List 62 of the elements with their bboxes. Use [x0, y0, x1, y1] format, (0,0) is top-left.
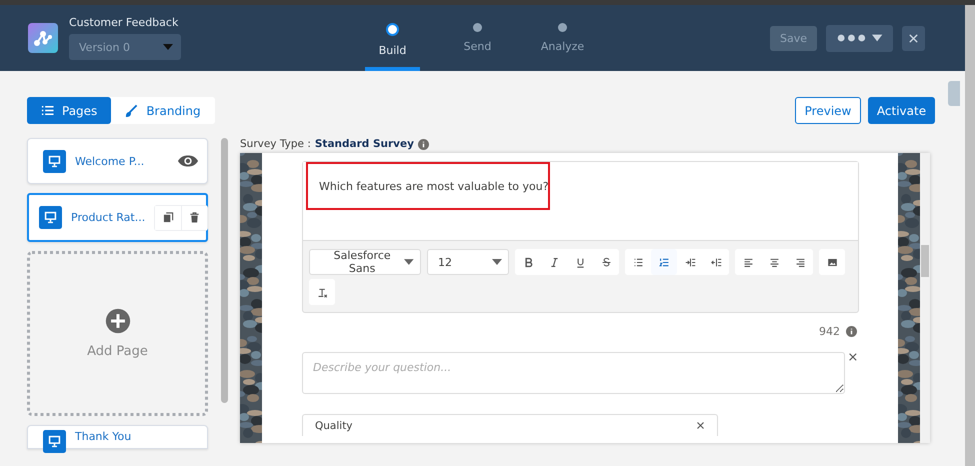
- font-select[interactable]: Salesforce Sans: [309, 249, 421, 275]
- page-title: Welcome P...: [75, 154, 144, 168]
- monitor-icon: [43, 150, 66, 172]
- view-tab[interactable]: Pages: [27, 97, 112, 124]
- close-icon: [908, 32, 919, 44]
- question-editor[interactable]: Which features are most valuable to you? Salesforce Sans 12: [302, 161, 859, 313]
- caret-icon: [492, 259, 502, 265]
- survey-type-value: Standard Survey: [314, 138, 414, 150]
- clear-format-icon: [316, 286, 328, 298]
- scrollbar-thumb[interactable]: [221, 138, 228, 403]
- close-icon[interactable]: [848, 352, 858, 362]
- font-size-select[interactable]: 12: [427, 249, 509, 275]
- page-title: Thank You: [75, 430, 132, 443]
- trash-icon: [189, 212, 200, 223]
- caret-icon: [163, 44, 173, 50]
- more-actions-button[interactable]: [826, 24, 893, 52]
- step-tab[interactable]: Build: [365, 5, 420, 71]
- activate-button[interactable]: Activate: [868, 97, 935, 124]
- answer-option-text: Quality: [315, 420, 353, 432]
- delete-button[interactable]: [181, 206, 208, 230]
- right-icon: [794, 256, 806, 268]
- page-scrollbar[interactable]: [965, 5, 975, 466]
- close-button[interactable]: [902, 26, 925, 50]
- page-card[interactable]: Product Rat...: [27, 193, 208, 242]
- scrollbar[interactable]: [920, 153, 930, 443]
- close-icon[interactable]: [696, 421, 705, 430]
- info-icon: [418, 138, 429, 150]
- eye-icon[interactable]: [177, 154, 199, 168]
- page-title: Product Rat...: [71, 211, 146, 224]
- version-select[interactable]: Version 0: [69, 34, 181, 60]
- info-icon: [846, 326, 857, 337]
- character-count: 942: [819, 325, 840, 338]
- bold-icon: [522, 256, 534, 268]
- caret-icon: [404, 259, 414, 265]
- indent-icon: [684, 256, 696, 268]
- page-card[interactable]: Welcome P...: [27, 138, 208, 184]
- outdent-icon: [710, 256, 722, 268]
- answer-option-field[interactable]: Quality: [302, 414, 718, 436]
- list-icon: [41, 104, 54, 117]
- numbered-icon: [658, 256, 670, 268]
- description-field[interactable]: Describe your question...: [302, 352, 846, 394]
- copy-icon: [162, 212, 174, 223]
- question-text: Which features are most valuable to you?: [319, 180, 549, 192]
- add-page-button[interactable]: Add Page: [27, 251, 208, 416]
- left-icon: [742, 256, 754, 268]
- bullets-icon: [632, 256, 644, 268]
- preview-button[interactable]: Preview: [795, 97, 861, 124]
- numbered-format-button[interactable]: [651, 249, 677, 275]
- survey-type-label: Survey Type :: [240, 138, 311, 150]
- center-icon: [768, 256, 780, 268]
- step-tab[interactable]: Analyze: [535, 5, 590, 71]
- italic-icon: [548, 256, 560, 268]
- monitor-icon: [39, 206, 62, 229]
- brush-icon: [125, 104, 138, 117]
- step-tab[interactable]: Send: [450, 5, 505, 71]
- image-icon: [826, 256, 838, 268]
- strike-icon: [600, 256, 612, 268]
- survey-title: Customer Feedback: [69, 16, 180, 29]
- underline-icon: [574, 256, 586, 268]
- plus-circle-icon: [104, 308, 130, 334]
- monitor-icon: [43, 430, 66, 453]
- app-logo-icon: [28, 23, 58, 53]
